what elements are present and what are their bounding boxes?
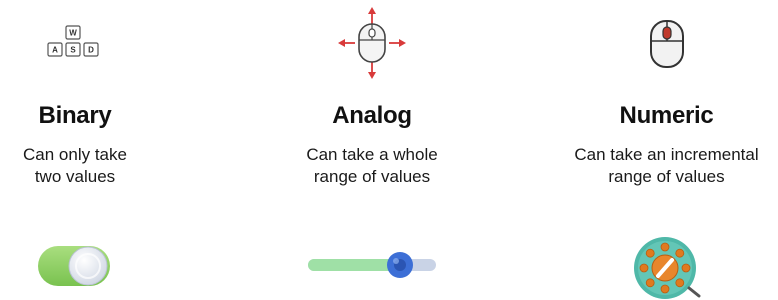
binary-column: W A S D Binary Can only take two values: [0, 0, 150, 295]
analog-description-line-1: Can take a whole: [306, 145, 438, 164]
toggle-switch[interactable]: [30, 230, 120, 290]
key-w-label: W: [69, 28, 77, 37]
numeric-column: Numeric Can take an incremental range of…: [555, 0, 778, 299]
analog-control-area: [282, 230, 462, 295]
slider[interactable]: [302, 230, 442, 290]
numeric-description: Can take an incremental range of values: [555, 144, 778, 188]
key-s-label: S: [70, 45, 76, 54]
rotary-dial[interactable]: [627, 230, 707, 300]
binary-icon-area: W A S D: [0, 5, 150, 80]
binary-title: Binary: [38, 102, 112, 129]
binary-description-line-1: Can only take: [23, 145, 127, 164]
analog-icon-area: [282, 5, 462, 80]
key-a-label: A: [52, 45, 58, 54]
slider-track-filled: [308, 259, 400, 271]
numeric-icon-area: [555, 5, 778, 80]
mouse-scroll-wheel-icon: [649, 19, 684, 68]
numeric-title: Numeric: [619, 102, 714, 129]
key-d-label: D: [88, 45, 94, 54]
binary-description: Can only take two values: [0, 144, 150, 188]
binary-control-area: [0, 230, 150, 295]
mouse-move-arrows-icon: [338, 6, 406, 79]
analog-description-line-2: range of values: [313, 167, 431, 186]
analog-title: Analog: [332, 102, 412, 129]
numeric-description-line-1: Can take an incremental: [574, 145, 759, 164]
numeric-description-line-2: range of values: [608, 167, 725, 186]
toggle-knob[interactable]: [68, 246, 108, 286]
keyboard-keys-icon: W A S D: [47, 24, 99, 57]
numeric-control-area: [555, 230, 778, 299]
analog-description: Can take a whole range of values: [282, 144, 462, 188]
analog-column: Analog Can take a whole range of values: [282, 0, 462, 295]
binary-description-line-2: two values: [34, 167, 116, 186]
